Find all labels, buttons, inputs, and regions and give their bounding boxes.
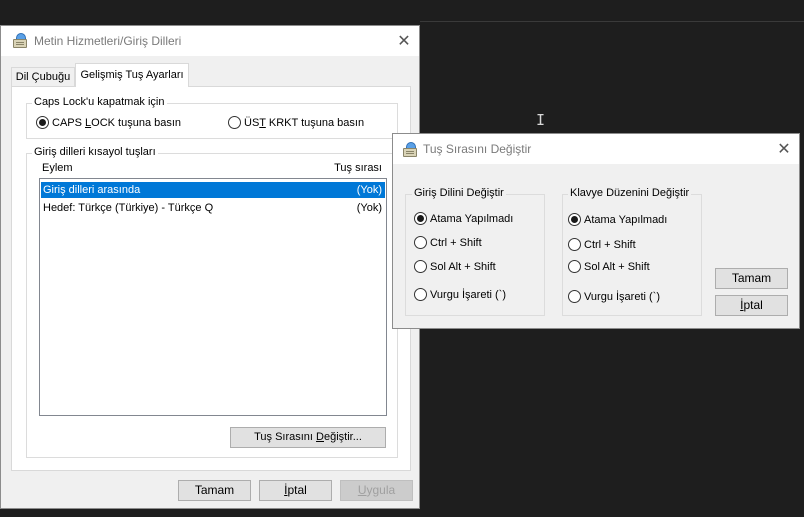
button-label: Tamam	[731, 271, 772, 285]
apply-button[interactable]: Uygula	[340, 480, 413, 501]
ok-button[interactable]: Tamam	[178, 480, 251, 501]
radio-indicator	[414, 259, 427, 273]
input-ctrl-shift-radio[interactable]: Ctrl + Shift	[414, 235, 482, 250]
row-keys: (Yok)	[356, 184, 382, 196]
change-key-sequence-button[interactable]: Tuş Sırasını Değiştir...	[230, 427, 386, 448]
caps-lock-group-label: Caps Lock'u kapatmak için	[32, 96, 167, 108]
window-title: Tuş Sırasını Değiştir	[423, 142, 532, 156]
button-label-accel: D	[316, 431, 324, 443]
cancel-button[interactable]: İptal	[259, 480, 332, 501]
radio-label: ÜS	[244, 117, 260, 129]
input-grave-accent-radio[interactable]: Vurgu İşareti (`)	[414, 287, 507, 302]
row-action: Hedef: Türkçe (Türkiye) - Türkçe Q	[43, 202, 214, 214]
layout-none-radio[interactable]: Atama Yapılmadı	[568, 212, 668, 227]
radio-label: OCK tuşuna basın	[91, 117, 182, 129]
radio-indicator	[568, 212, 581, 226]
cancel-button[interactable]: İptal	[715, 295, 788, 316]
keyboard-globe-icon	[402, 142, 418, 158]
radio-indicator	[228, 115, 241, 129]
layout-ctrl-shift-radio[interactable]: Ctrl + Shift	[568, 237, 636, 252]
button-label: Tamam	[194, 483, 235, 497]
tab-label: Gelişmiş Tuş Ayarları	[80, 69, 184, 81]
radio-label: Sol Alt + Shift	[430, 261, 496, 273]
column-header-action: Eylem	[42, 162, 73, 174]
button-label: ptal	[287, 483, 307, 497]
caps-lock-key-radio[interactable]: CAPS LOCK tuşuna basın	[36, 115, 182, 130]
radio-label: KRKT tuşuna basın	[265, 117, 365, 129]
keyboard-layout-group: Klavye Düzenini Değiştir Atama Yapılmadı…	[562, 187, 702, 316]
text-cursor-icon: I	[536, 111, 546, 129]
layout-left-alt-shift-radio[interactable]: Sol Alt + Shift	[568, 259, 650, 274]
title-bar[interactable]: Tuş Sırasını Değiştir ✕	[393, 134, 799, 164]
column-header-keys: Tuş sırası	[334, 162, 382, 174]
button-label: eğiştir...	[324, 431, 362, 443]
radio-indicator	[414, 211, 427, 225]
ok-button[interactable]: Tamam	[715, 268, 788, 289]
keyboard-globe-icon	[12, 33, 28, 49]
input-left-alt-shift-radio[interactable]: Sol Alt + Shift	[414, 259, 496, 274]
layout-grave-accent-radio[interactable]: Vurgu İşareti (`)	[568, 289, 661, 304]
radio-indicator	[568, 237, 581, 251]
change-key-sequence-dialog: Tuş Sırasını Değiştir ✕ Giriş Dilini Değ…	[392, 133, 800, 329]
radio-indicator	[36, 115, 49, 129]
hotkeys-group: Giriş dilleri kısayol tuşları Eylem Tuş …	[26, 146, 398, 458]
hotkeys-list[interactable]: Giriş dilleri arasında (Yok) Hedef: Türk…	[39, 178, 387, 416]
close-icon[interactable]: ✕	[775, 140, 793, 158]
list-item[interactable]: Hedef: Türkçe (Türkiye) - Türkçe Q (Yok)	[41, 200, 385, 216]
desktop-divider	[420, 21, 804, 22]
caps-lock-group: Caps Lock'u kapatmak için CAPS LOCK tuşu…	[26, 96, 398, 139]
radio-label: CAPS	[52, 117, 86, 129]
row-action: Giriş dilleri arasında	[43, 184, 141, 196]
keyboard-layout-group-label: Klavye Düzenini Değiştir	[568, 187, 692, 199]
radio-indicator	[414, 287, 427, 301]
radio-label: Atama Yapılmadı	[584, 214, 668, 226]
input-none-radio[interactable]: Atama Yapılmadı	[414, 211, 514, 226]
button-label: ptal	[743, 298, 763, 312]
hotkeys-group-label: Giriş dilleri kısayol tuşları	[32, 146, 158, 158]
title-bar[interactable]: Metin Hizmetleri/Giriş Dilleri ✕	[1, 26, 419, 56]
input-language-group-label: Giriş Dilini Değiştir	[412, 187, 506, 199]
radio-label: Vurgu İşareti (`)	[430, 289, 507, 301]
radio-indicator	[568, 289, 581, 303]
list-item[interactable]: Giriş dilleri arasında (Yok)	[41, 182, 385, 198]
tab-label: Dil Çubuğu	[15, 71, 71, 83]
radio-indicator	[568, 259, 581, 273]
row-keys: (Yok)	[356, 202, 382, 214]
tab-advanced-key-settings[interactable]: Gelişmiş Tuş Ayarları	[75, 63, 189, 87]
tab-language-bar[interactable]: Dil Çubuğu	[11, 67, 75, 86]
radio-label: Vurgu İşareti (`)	[584, 291, 661, 303]
window-title: Metin Hizmetleri/Giriş Dilleri	[34, 34, 182, 48]
radio-label: Ctrl + Shift	[430, 237, 482, 249]
shift-key-radio[interactable]: ÜST KRKT tuşuna basın	[228, 115, 365, 130]
close-icon[interactable]: ✕	[395, 32, 413, 50]
button-label: Tuş Sırasını	[254, 431, 317, 443]
radio-label: Ctrl + Shift	[584, 239, 636, 251]
button-label: ygula	[366, 483, 396, 497]
radio-label: Atama Yapılmadı	[430, 213, 514, 225]
radio-label: Sol Alt + Shift	[584, 261, 650, 273]
text-services-dialog: Metin Hizmetleri/Giriş Dilleri ✕ Dil Çub…	[0, 25, 420, 509]
input-language-group: Giriş Dilini Değiştir Atama Yapılmadı Ct…	[405, 187, 545, 316]
tab-panel: Caps Lock'u kapatmak için CAPS LOCK tuşu…	[11, 86, 411, 471]
radio-indicator	[414, 235, 427, 249]
